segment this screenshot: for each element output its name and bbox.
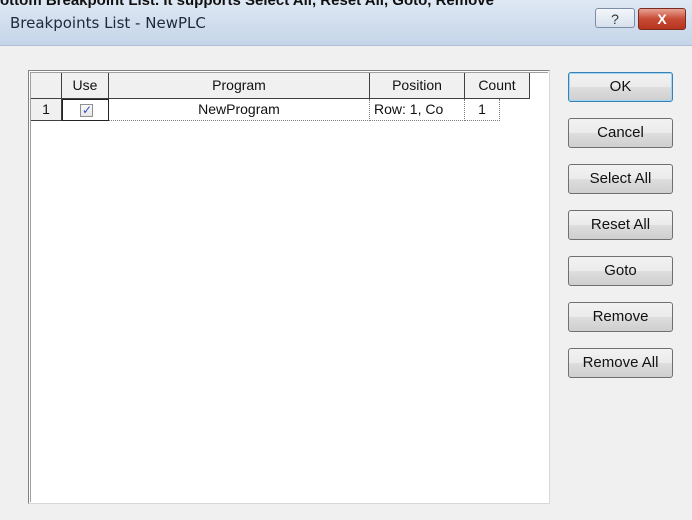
ok-button[interactable]: OK <box>568 72 673 102</box>
use-checkbox[interactable]: ✓ <box>80 103 93 117</box>
overflow-caption-text: ottom Breakpoint List. It supports Selec… <box>0 0 494 9</box>
position-cell[interactable]: Row: 1, Co <box>370 99 465 121</box>
close-icon: X <box>657 11 667 27</box>
select-all-button[interactable]: Select All <box>568 164 673 194</box>
program-cell[interactable]: NewProgram <box>109 99 370 121</box>
close-button[interactable]: X <box>638 8 686 30</box>
header-corner <box>31 73 62 99</box>
breakpoints-dialog: Breakpoints List - NewPLC ? X Use Progra… <box>0 0 692 520</box>
window-title: Breakpoints List - NewPLC <box>10 14 206 32</box>
use-cell[interactable]: ✓ <box>62 99 109 121</box>
count-cell[interactable]: 1 <box>465 99 500 121</box>
column-header-count[interactable]: Count <box>465 73 530 99</box>
help-button[interactable]: ? <box>595 8 635 28</box>
goto-button[interactable]: Goto <box>568 256 673 286</box>
checkmark-icon: ✓ <box>82 103 93 117</box>
column-header-use[interactable]: Use <box>62 73 109 99</box>
breakpoint-grid: Use Program Position Count 1 ✓ NewProgra… <box>30 72 548 502</box>
breakpoint-list[interactable]: Use Program Position Count 1 ✓ NewProgra… <box>28 70 550 504</box>
column-header-program[interactable]: Program <box>109 73 370 99</box>
cancel-button[interactable]: Cancel <box>568 118 673 148</box>
column-header-position[interactable]: Position <box>370 73 465 99</box>
row-number: 1 <box>31 99 62 121</box>
remove-button[interactable]: Remove <box>568 302 673 332</box>
reset-all-button[interactable]: Reset All <box>568 210 673 240</box>
remove-all-button[interactable]: Remove All <box>568 348 673 378</box>
help-icon: ? <box>611 11 619 27</box>
